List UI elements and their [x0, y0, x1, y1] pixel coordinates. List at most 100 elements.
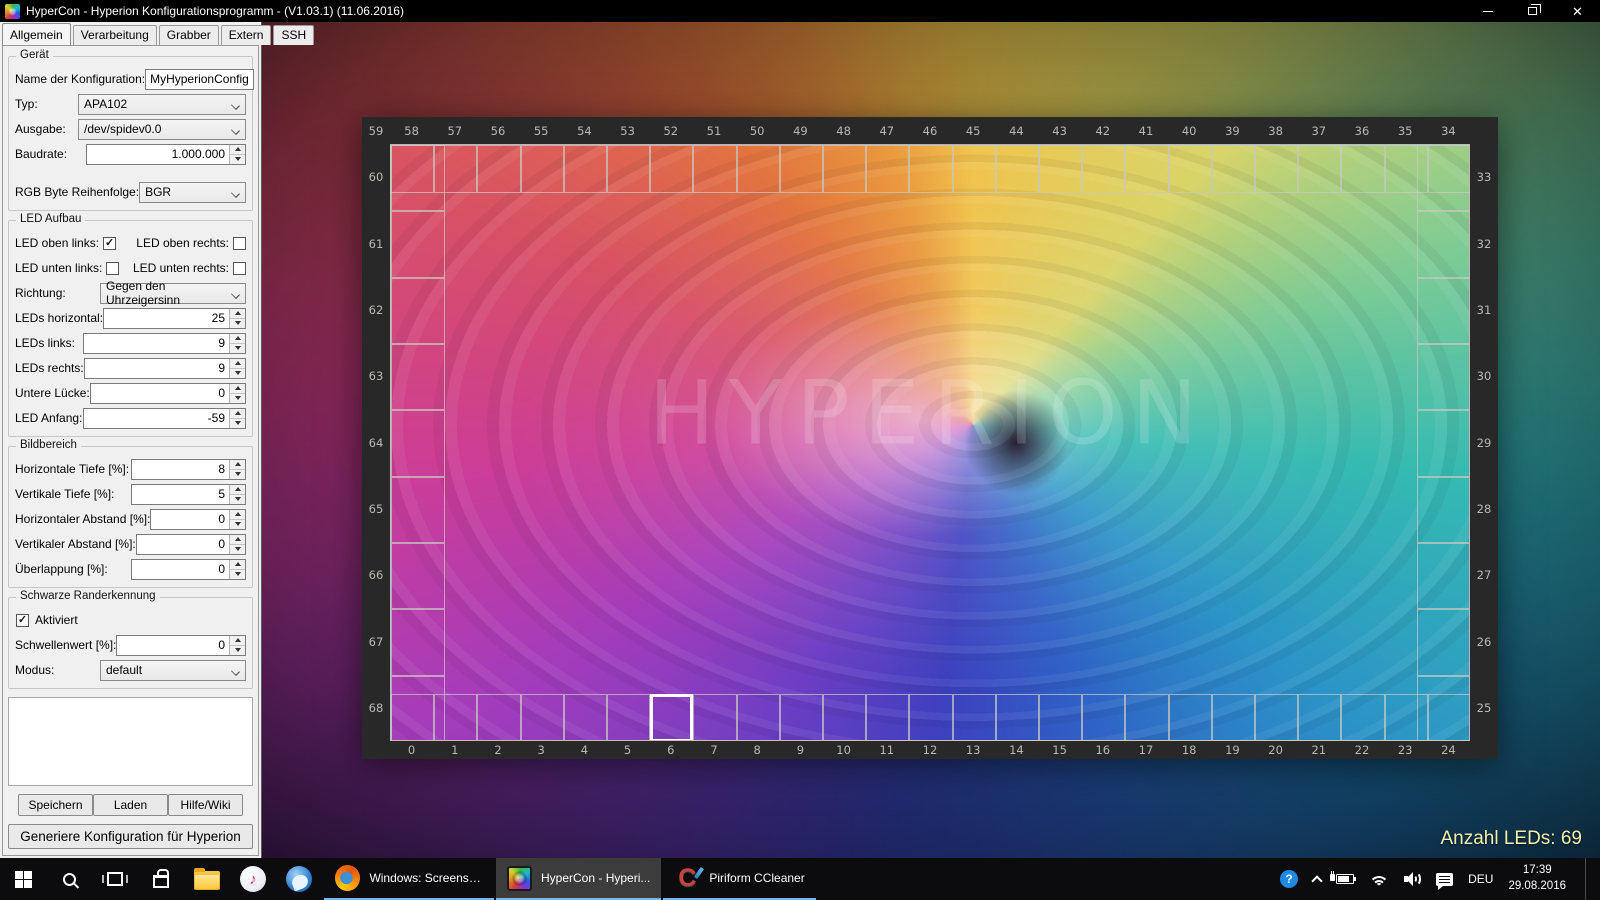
- modus-select[interactable]: default: [100, 659, 246, 681]
- ausgabe-select[interactable]: /dev/spidev0.0: [78, 118, 246, 140]
- aktiviert-checkbox[interactable]: [16, 613, 29, 627]
- file-explorer-button[interactable]: [184, 858, 230, 900]
- led-unten-rechts-checkbox[interactable]: [233, 261, 246, 275]
- generiere-konfiguration-button[interactable]: Generiere Konfiguration für Hyperion: [8, 824, 253, 849]
- led-index-label: 47: [879, 123, 895, 138]
- taskbar-app-hypercon[interactable]: HyperCon - Hyperi...: [496, 858, 662, 900]
- led-index-label: 17: [1138, 743, 1154, 757]
- help-tray-icon[interactable]: ?: [1280, 870, 1299, 888]
- tab-verarbeitung[interactable]: Verarbeitung: [72, 25, 157, 45]
- led-index-label: 20: [1268, 743, 1283, 757]
- led-index-label: 49: [793, 123, 808, 138]
- typ-select[interactable]: APA102: [78, 93, 246, 115]
- led-cell: [1168, 145, 1212, 193]
- richtung-label: Richtung:: [15, 286, 66, 300]
- volume-icon[interactable]: [1404, 872, 1422, 886]
- config-name-input[interactable]: MyHyperionConfig: [145, 68, 254, 90]
- field-leds-links: LEDs links: 9: [15, 332, 246, 354]
- led-cell: [866, 694, 910, 740]
- led-index-label: 23: [1397, 743, 1413, 757]
- restore-button[interactable]: [1510, 0, 1555, 22]
- close-button[interactable]: ✕: [1555, 0, 1600, 22]
- laden-button[interactable]: Laden: [93, 794, 168, 816]
- led-index-label: 0: [407, 743, 416, 757]
- tab-extern[interactable]: Extern: [220, 25, 272, 45]
- window-title: HyperCon - Hyperion Konfigurationsprogra…: [26, 4, 404, 18]
- taskbar-search-button[interactable]: [46, 858, 92, 900]
- taskbar-app-ccleaner[interactable]: C Piriform CCleaner: [663, 858, 816, 900]
- led-index-label: 9: [796, 743, 805, 757]
- tab-ssh[interactable]: SSH: [273, 25, 315, 45]
- led-cell: [563, 145, 607, 193]
- store-button[interactable]: [138, 858, 184, 900]
- led-cell: [909, 694, 953, 740]
- led-oben-links-checkbox[interactable]: [103, 236, 117, 250]
- led-index-label: 54: [577, 123, 592, 138]
- minimize-button[interactable]: [1465, 0, 1510, 22]
- led-index-label: 68: [368, 700, 384, 715]
- led-index-label: 8: [753, 743, 761, 757]
- led-index-label: 43: [1052, 123, 1067, 138]
- led-index-label: 7: [710, 743, 718, 757]
- keyboard-language-indicator[interactable]: DEU: [1468, 872, 1493, 886]
- group-title: Bildbereich: [16, 439, 81, 451]
- ueberlappung-spinner[interactable]: 0: [131, 558, 246, 580]
- itunes-button[interactable]: ♪: [230, 858, 276, 900]
- led-index-label: 28: [1476, 501, 1492, 516]
- show-desktop-strip[interactable]: [1585, 858, 1590, 900]
- hilfe-wiki-button[interactable]: Hilfe/Wiki: [168, 794, 243, 816]
- tab-grabber[interactable]: Grabber: [158, 25, 219, 45]
- led-index-label: 31: [1476, 302, 1492, 317]
- leds-rechts-spinner[interactable]: 9: [83, 357, 246, 379]
- action-center-icon[interactable]: [1436, 872, 1454, 890]
- vertikale-tiefe-spinner[interactable]: 5: [131, 483, 246, 505]
- led-unten-rechts-pair: LED unten rechts:: [133, 261, 246, 275]
- spinner-buttons[interactable]: [229, 144, 245, 164]
- horizontale-tiefe-spinner[interactable]: 8: [131, 458, 246, 480]
- schwellenwert-spinner[interactable]: 0: [116, 634, 246, 656]
- task-view-button[interactable]: [92, 858, 138, 900]
- tray-expand-chevron-icon[interactable]: [1311, 875, 1323, 887]
- title-bar: HyperCon - Hyperion Konfigurationsprogra…: [0, 0, 1600, 22]
- folder-icon: [194, 868, 220, 890]
- led-cell: [1417, 145, 1469, 212]
- taskbar-app-label: HyperCon - Hyperi...: [541, 871, 651, 885]
- led-anfang-spinner[interactable]: -59: [83, 407, 246, 429]
- group-title: Gerät: [16, 49, 53, 61]
- led-index-label: 42: [1095, 123, 1111, 138]
- tab-allgemein[interactable]: Allgemein: [2, 23, 71, 45]
- thunderbird-button[interactable]: [276, 858, 322, 900]
- led-index-label: 46: [922, 123, 938, 138]
- horizontaler-abstand-spinner[interactable]: 0: [150, 508, 246, 530]
- led-index-label: 14: [1009, 743, 1024, 757]
- baudrate-label: Baudrate:: [15, 147, 68, 161]
- led-index-label: 27: [1476, 568, 1492, 583]
- led-oben-rechts-checkbox[interactable]: [233, 236, 246, 250]
- speichern-button[interactable]: Speichern: [18, 794, 93, 816]
- minimize-icon: [1482, 10, 1493, 12]
- richtung-select[interactable]: Gegen den Uhrzeigersinn: [100, 279, 246, 307]
- led-cell: [1417, 675, 1469, 740]
- led-cell: [391, 543, 445, 610]
- led-cell: [1298, 694, 1342, 740]
- tab-page-allgemein: Gerät Name der Konfiguration: MyHyperion…: [2, 45, 259, 856]
- led-cell: [779, 145, 823, 193]
- vertikaler-abstand-spinner[interactable]: 0: [135, 533, 246, 555]
- led-index-label: 55: [533, 123, 549, 138]
- led-cell: [520, 145, 564, 193]
- battery-icon[interactable]: [1330, 871, 1357, 884]
- led-unten-links-checkbox[interactable]: [106, 261, 120, 275]
- leds-links-spinner[interactable]: 9: [83, 332, 246, 354]
- untere-luecke-spinner[interactable]: 0: [89, 382, 246, 404]
- field-config-name: Name der Konfiguration: MyHyperionConfig: [15, 68, 254, 90]
- baudrate-spinner[interactable]: 1.000.000: [86, 143, 246, 165]
- rgb-order-select[interactable]: BGR: [139, 181, 246, 203]
- leds-horizontal-spinner[interactable]: 25: [103, 307, 246, 329]
- start-button[interactable]: [0, 858, 46, 900]
- led-cell: [1082, 145, 1126, 193]
- taskbar-app-firefox[interactable]: Windows: Screensh...: [324, 858, 494, 900]
- wifi-icon[interactable]: [1369, 872, 1390, 886]
- clock[interactable]: 17:39 29.08.2016: [1508, 863, 1566, 894]
- group-randerkennung: Schwarze Randerkennung Aktiviert Schwell…: [8, 590, 253, 689]
- led-cell: [391, 277, 445, 344]
